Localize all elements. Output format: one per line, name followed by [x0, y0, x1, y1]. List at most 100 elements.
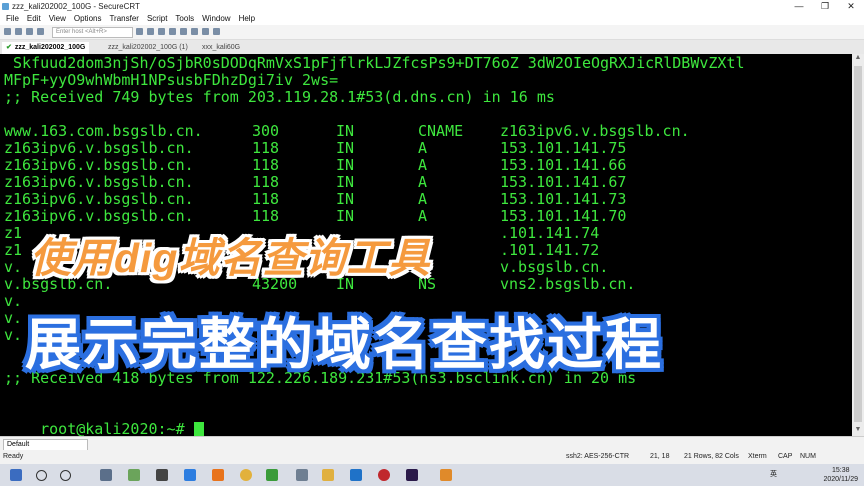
dns-record-type: A	[418, 190, 428, 208]
menu-window[interactable]: Window	[202, 13, 230, 25]
menu-bar: File Edit View Options Transfer Script T…	[0, 13, 864, 25]
windows-taskbar: 英 15:38 2020/11/29	[0, 464, 864, 486]
dns-record-name: v.	[4, 258, 23, 276]
sftp-icon[interactable]	[191, 28, 198, 35]
terminal-line: ;; Received 749 bytes from 203.119.28.1#…	[4, 88, 555, 106]
scrollbar-thumb[interactable]	[854, 66, 862, 422]
dns-record-ttl: 118	[252, 156, 280, 174]
settings-icon[interactable]	[180, 28, 187, 35]
status-caps: CAP	[778, 453, 793, 460]
reconnect-icon[interactable]	[26, 28, 33, 35]
dns-record-name: www.163.com.bsgslb.cn.	[4, 122, 203, 140]
dns-record-class: IN	[336, 139, 355, 157]
maximize-button[interactable]: ❐	[812, 0, 838, 13]
dns-record-class: IN	[336, 207, 355, 225]
securecrt-app-icon	[2, 3, 9, 10]
tab-xxx-kali60g[interactable]: xxx_kali60G	[198, 42, 244, 54]
dns-record-data: z163ipv6.v.bsgslb.cn.	[500, 122, 690, 140]
quick-connect-icon[interactable]	[15, 28, 22, 35]
firefox-icon[interactable]	[212, 469, 224, 481]
dns-record-name: z1	[4, 224, 23, 242]
terminal-line: Skfuud2dom3njSh/oSjbR0sDODqRmVxS1pFjflrk…	[4, 54, 745, 72]
ime-indicator[interactable]: 英	[770, 464, 777, 486]
app-icon[interactable]	[350, 469, 362, 481]
menu-file[interactable]: File	[6, 13, 19, 25]
status-terminal-type: Xterm	[748, 453, 767, 460]
dns-record-data: 153.101.141.67	[500, 173, 627, 191]
dns-record-ttl: 300	[252, 122, 280, 140]
dns-record-data: v.bsgslb.cn.	[500, 258, 609, 276]
dns-record-name: z1	[4, 241, 23, 259]
start-windows-icon[interactable]	[10, 469, 22, 481]
tab-label: zzz_kali202002_100G	[14, 44, 86, 51]
system-clock[interactable]: 15:38 2020/11/29	[823, 466, 858, 484]
app-icon[interactable]	[440, 469, 452, 481]
scroll-up-arrow-icon[interactable]: ▲	[852, 54, 864, 64]
search-icon[interactable]	[36, 470, 47, 481]
cortana-icon[interactable]	[60, 470, 71, 481]
dns-record-ttl: 118	[252, 207, 280, 225]
premiere-icon[interactable]	[406, 469, 418, 481]
dns-record-data: 153.101.141.73	[500, 190, 627, 208]
menu-tools[interactable]: Tools	[175, 13, 194, 25]
help-icon[interactable]	[213, 28, 220, 35]
dns-record-class: IN	[336, 190, 355, 208]
toolbar: Enter host <Alt+R>	[0, 25, 864, 40]
menu-transfer[interactable]: Transfer	[109, 13, 139, 25]
terminal-line: MFpF+yyO9whWbmH1NPsusbFDhzDgi7iv 2ws=	[4, 71, 339, 89]
print-icon[interactable]	[169, 28, 176, 35]
app-icon[interactable]	[266, 469, 278, 481]
dns-record-ttl: 118	[252, 139, 280, 157]
status-rows-cols: 21 Rows, 82 Cols	[684, 453, 739, 460]
dns-record-type: A	[418, 173, 428, 191]
menu-edit[interactable]: Edit	[27, 13, 41, 25]
copy-icon[interactable]	[136, 28, 143, 35]
status-ssh-cipher: ssh2: AES-256-CTR	[566, 453, 630, 460]
session-selector-bar: Default	[0, 436, 864, 451]
menu-script[interactable]: Script	[147, 13, 167, 25]
minimize-button[interactable]: —	[786, 0, 812, 13]
dns-record-data: 153.101.141.66	[500, 156, 627, 174]
dns-record-type: A	[418, 139, 428, 157]
tab-label: xxx_kali60G	[202, 44, 241, 51]
find-icon[interactable]	[158, 28, 165, 35]
dns-record-type: A	[418, 156, 428, 174]
dns-record-data: 153.101.141.75	[500, 139, 627, 157]
window-controls: — ❐ ✕	[786, 0, 864, 13]
dns-record-name: z163ipv6.v.bsgslb.cn.	[4, 207, 194, 225]
dns-record-data: .101.141.72	[500, 241, 600, 259]
task-view-icon[interactable]	[100, 469, 112, 481]
edge-browser-icon[interactable]	[184, 469, 196, 481]
dns-record-name: z163ipv6.v.bsgslb.cn.	[4, 173, 194, 191]
app-icon[interactable]	[128, 469, 140, 481]
app-icon[interactable]	[378, 469, 390, 481]
close-button[interactable]: ✕	[838, 0, 864, 13]
connect-icon[interactable]	[4, 28, 11, 35]
terminal-cursor	[193, 422, 204, 436]
overlay-caption-title: 使用dig域名查询工具	[30, 235, 431, 281]
vertical-scrollbar[interactable]: ▲ ▼	[852, 54, 864, 436]
host-input[interactable]: Enter host <Alt+R>	[52, 27, 133, 38]
file-explorer-icon[interactable]	[322, 469, 334, 481]
menu-help[interactable]: Help	[239, 13, 255, 25]
scroll-down-arrow-icon[interactable]: ▼	[852, 426, 864, 436]
dns-record-ttl: 118	[252, 173, 280, 191]
tab-zzz-kali-100g[interactable]: ✔ zzz_kali202002_100G	[2, 42, 90, 54]
tab-zzz-kali-100g-1[interactable]: zzz_kali202002_100G (1)	[104, 42, 192, 54]
menu-view[interactable]: View	[49, 13, 66, 25]
menu-options[interactable]: Options	[74, 13, 102, 25]
paste-icon[interactable]	[147, 28, 154, 35]
securecrt-taskbar-icon[interactable]	[296, 469, 308, 481]
dns-record-data: 153.101.141.70	[500, 207, 627, 225]
overlay-caption-subtitle: 展示完整的域名查找过程	[25, 313, 663, 376]
disconnect-icon[interactable]	[37, 28, 44, 35]
chrome-icon[interactable]	[240, 469, 252, 481]
app-icon[interactable]	[156, 469, 168, 481]
status-bar: Ready ssh2: AES-256-CTR 21, 18 21 Rows, …	[0, 450, 864, 464]
dns-record-class: IN	[336, 156, 355, 174]
shell-prompt-line[interactable]: root@kali2020:~#	[4, 404, 204, 436]
dns-record-type: CNAME	[418, 122, 464, 140]
keymap-icon[interactable]	[202, 28, 209, 35]
shell-prompt: root@kali2020:~#	[40, 420, 194, 437]
status-ready: Ready	[3, 453, 24, 460]
